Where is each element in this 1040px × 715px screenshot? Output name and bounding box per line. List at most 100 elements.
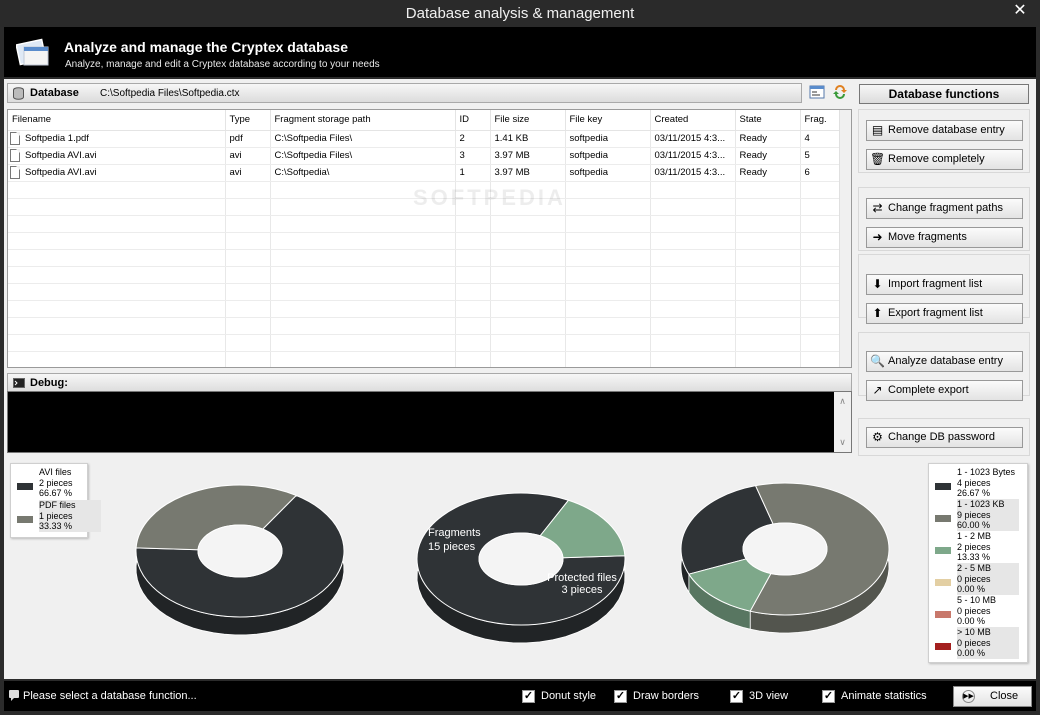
legend-swatch: [935, 579, 951, 586]
legend-name: 1 - 2 MB: [957, 531, 992, 541]
table-cell: [650, 300, 736, 318]
function-button[interactable]: 🔍 Analyze database entry: [866, 351, 1023, 372]
cell-text: Softpedia AVI.avi: [25, 167, 97, 179]
remove-entry-icon: ▤: [871, 123, 884, 137]
file-icon: [10, 166, 20, 179]
table-cell: [455, 283, 491, 301]
legend-name: 5 - 10 MB: [957, 595, 997, 605]
table-cell: Ready: [735, 130, 801, 148]
table-cell: [735, 181, 801, 199]
table-cell: C:\Softpedia\: [270, 164, 456, 182]
cell-text: Softpedia AVI.avi: [25, 150, 97, 162]
checkbox-box[interactable]: ✓: [614, 690, 627, 703]
table-cell: [565, 317, 651, 335]
column-header[interactable]: Type: [225, 110, 271, 131]
column-header[interactable]: File key: [565, 110, 651, 131]
table-cell: softpedia: [565, 130, 651, 148]
table-cell: [735, 351, 801, 367]
function-button[interactable]: ⬇ Import fragment list: [866, 274, 1023, 295]
column-header[interactable]: ID: [455, 110, 491, 131]
function-button[interactable]: ⚙ Change DB password: [866, 427, 1023, 448]
legend-swatch: [17, 516, 33, 523]
cell-text: 3: [459, 150, 465, 161]
table-cell: Ready: [735, 164, 801, 182]
cell-text: softpedia: [569, 150, 609, 161]
table-cell: [490, 300, 566, 318]
refresh-icon[interactable]: [832, 84, 848, 100]
table-cell: [455, 317, 491, 335]
column-header[interactable]: Filename: [8, 110, 226, 131]
function-button[interactable]: ↗ Complete export: [866, 380, 1023, 401]
function-button[interactable]: 🗑 Remove completely: [866, 149, 1023, 170]
table-row: [8, 249, 851, 267]
window-close-button[interactable]: ✕: [1000, 0, 1040, 22]
cell-text: pdf: [229, 133, 243, 144]
fragments-donut: Fragments 15 pieces Protected files3 piece…: [416, 492, 626, 644]
legend-pct: 26.67 %: [957, 488, 991, 498]
table-cell: softpedia: [565, 164, 651, 182]
table-cell: [8, 181, 226, 199]
debug-output[interactable]: [7, 391, 852, 453]
table-cell: softpedia: [565, 147, 651, 165]
database-table[interactable]: Filename Type Fragment storage path ID File …: [7, 109, 852, 368]
cell-text: 3.97 MB: [494, 167, 530, 178]
table-cell: [225, 317, 271, 335]
function-button[interactable]: ⬆ Export fragment list: [866, 303, 1023, 324]
checkbox-box[interactable]: ✓: [730, 690, 743, 703]
table-row[interactable]: Softpedia AVI.avi avi C:\Softpedia\ 1 3.97 M…: [8, 164, 851, 182]
move-icon: ➜: [872, 230, 883, 244]
close-button-label: Close: [990, 690, 1019, 702]
cell-text: softpedia: [569, 167, 609, 178]
legend-swatch: [935, 515, 951, 522]
table-cell: [490, 266, 566, 284]
table-cell: 03/11/2015 4:3...: [650, 164, 736, 182]
file-types-donut: [135, 484, 345, 636]
function-button-label: Move fragments: [888, 231, 967, 243]
database-path: C:\Softpedia Files\Softpedia.ctx: [100, 88, 240, 99]
legend-pieces: 2 pieces: [39, 477, 73, 488]
column-header[interactable]: Fragment storage path: [270, 110, 456, 131]
column-header[interactable]: State: [735, 110, 801, 131]
close-button[interactable]: ▶▶ Close: [953, 686, 1032, 707]
column-header[interactable]: Created: [650, 110, 736, 131]
table-cell: [490, 334, 566, 352]
table-row: [8, 317, 851, 335]
table-cell: C:\Softpedia Files\: [270, 130, 456, 148]
table-cell: [490, 283, 566, 301]
export-icon: ⬆: [872, 306, 883, 320]
table-row: [8, 232, 851, 250]
table-cell: [650, 334, 736, 352]
table-row: [8, 283, 851, 301]
function-button[interactable]: ▤ Remove database entry: [866, 120, 1023, 141]
table-cell: pdf: [225, 130, 271, 148]
table-cell: [565, 215, 651, 233]
function-button-label: Export fragment list: [888, 307, 983, 319]
table-cell: [455, 300, 491, 318]
function-button[interactable]: ➜ Move fragments: [866, 227, 1023, 248]
open-database-icon[interactable]: [809, 84, 825, 100]
function-button-label: Remove completely: [888, 153, 985, 165]
functions-title: Database functions: [859, 84, 1029, 104]
legend-name: 2 - 5 MB: [957, 563, 992, 573]
legend-pct: 0.00 %: [957, 648, 986, 658]
legend-pieces: 9 pieces: [957, 509, 991, 520]
checkbox-box[interactable]: ✓: [822, 690, 835, 703]
cell-text: 3.97 MB: [494, 150, 530, 161]
donut-label: 3 pieces: [562, 584, 603, 596]
table-cell: [735, 317, 801, 335]
title-bar: Database analysis & management ✕: [0, 0, 1040, 27]
table-cell: [225, 232, 271, 250]
table-row[interactable]: Softpedia 1.pdf pdf C:\Softpedia Files\ 2 1.…: [8, 130, 851, 148]
function-button-label: Complete export: [888, 384, 969, 396]
cell-text: 5: [804, 150, 810, 161]
checkbox-box[interactable]: ✓: [522, 690, 535, 703]
trash-icon: 🗑: [870, 152, 886, 166]
debug-scrollbar[interactable]: ∧ ∨: [834, 392, 851, 452]
table-scrollbar[interactable]: [839, 110, 851, 367]
column-header[interactable]: File size: [490, 110, 566, 131]
function-button[interactable]: ⇄ Change fragment paths: [866, 198, 1023, 219]
table-row[interactable]: Softpedia AVI.avi avi C:\Softpedia Files\ 3…: [8, 147, 851, 165]
database-window-icon: [16, 38, 49, 66]
table-cell: [565, 266, 651, 284]
table-cell: [8, 300, 226, 318]
